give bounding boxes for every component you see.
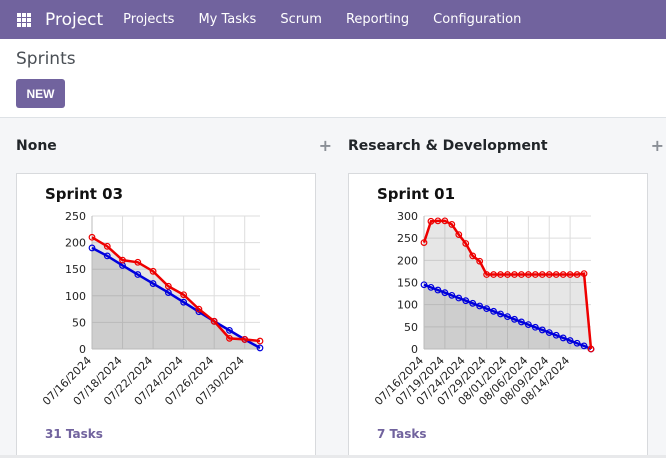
control-panel: Sprints NEW <box>0 39 666 118</box>
menu-reporting[interactable]: Reporting <box>346 12 409 27</box>
column-header: None + <box>16 136 332 158</box>
column-title: None <box>16 138 57 154</box>
breadcrumb: Sprints <box>16 49 76 69</box>
plus-icon[interactable]: + <box>651 136 664 155</box>
menu-projects[interactable]: Projects <box>123 12 174 27</box>
apps-grid-icon[interactable] <box>17 12 31 27</box>
tasks-link[interactable]: 7 Tasks <box>377 427 427 441</box>
top-navbar: Project Projects My Tasks Scrum Reportin… <box>0 0 666 39</box>
y-tick-label: 150 <box>65 263 86 276</box>
sprint-title[interactable]: Sprint 01 <box>377 185 455 203</box>
app-brand[interactable]: Project <box>45 10 103 30</box>
y-tick-label: 100 <box>397 299 418 312</box>
sprint-title[interactable]: Sprint 03 <box>45 185 123 203</box>
menu-configuration[interactable]: Configuration <box>433 12 521 27</box>
kanban-column-research-development: Research & Development + Sprint 01 0 50 10… <box>348 118 664 458</box>
y-tick-label: 300 <box>397 210 418 223</box>
y-tick-label: 250 <box>65 210 86 223</box>
tasks-link[interactable]: 31 Tasks <box>45 427 103 441</box>
y-tick-label: 150 <box>397 277 418 290</box>
y-tick-label: 250 <box>397 232 418 245</box>
column-title: Research & Development <box>348 138 548 154</box>
menu-my-tasks[interactable]: My Tasks <box>198 12 256 27</box>
sprint-card[interactable]: Sprint 03 0 50 100 150 200 250 07/16/2024 07/18… <box>16 173 316 458</box>
y-tick-label: 200 <box>65 237 86 250</box>
plus-icon[interactable]: + <box>319 136 332 155</box>
burndown-chart: 05010015020025007/16/202407/18/202407/22… <box>40 210 264 408</box>
menu-scrum[interactable]: Scrum <box>280 12 322 27</box>
y-tick-label: 200 <box>397 254 418 267</box>
kanban-view: None + Sprint 03 0 50 100 150 200 250 07/16/20… <box>0 118 666 458</box>
column-header: Research & Development + <box>348 136 664 158</box>
kanban-column-none: None + Sprint 03 0 50 100 150 200 250 07/16/20… <box>16 118 332 458</box>
new-button[interactable]: NEW <box>16 79 65 108</box>
burndown-chart: 05010015020025030007/16/202407/19/202407… <box>372 210 595 408</box>
y-tick-label: 50 <box>404 321 418 334</box>
y-tick-label: 50 <box>72 316 86 329</box>
y-tick-label: 100 <box>65 290 86 303</box>
sprint-card[interactable]: Sprint 01 0 50 100 150 200 250 300 07/16/2024 07… <box>348 173 648 458</box>
